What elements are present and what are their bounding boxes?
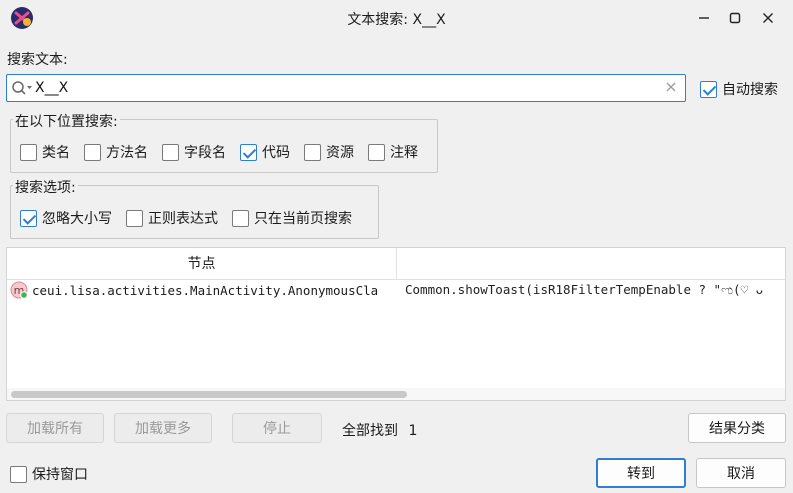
checkbox-icon[interactable] (20, 143, 37, 161)
location-label: 方法名 (106, 145, 148, 161)
keep-window-checkbox[interactable]: 保持窗口 (10, 464, 88, 484)
minimize-icon (699, 17, 709, 19)
search-locations-list: 类名 方法名 字段名 代码 资源 注释 (20, 142, 418, 162)
result-node-text: ceui.lisa.activities.MainActivity.Anonym… (32, 282, 379, 298)
load-all-button[interactable]: 加载所有 (6, 413, 104, 443)
result-code-cell[interactable]: Common.showToast(isR18FilterTempEnable ?… (405, 280, 785, 300)
found-count: 1 (408, 423, 418, 439)
maximize-icon (729, 12, 741, 24)
checkbox-icon[interactable] (232, 209, 249, 227)
cancel-button[interactable]: 取消 (696, 458, 786, 488)
location-label: 资源 (326, 145, 354, 161)
load-more-button[interactable]: 加载更多 (114, 413, 212, 443)
checkbox-icon[interactable] (304, 143, 321, 161)
checkbox-icon[interactable] (240, 143, 257, 161)
window-title: 文本搜索: X__X (347, 12, 446, 28)
found-label: 全部找到 (342, 423, 398, 439)
location-label: 字段名 (184, 145, 226, 161)
option-ignore-case[interactable]: 忽略大小写 (20, 208, 112, 228)
option-label: 只在当前页搜索 (254, 211, 352, 227)
method-icon: m (10, 281, 28, 299)
location-code[interactable]: 代码 (240, 142, 290, 162)
table-header: 节点 (7, 248, 785, 280)
checkbox-icon[interactable] (162, 143, 179, 161)
option-label: 正则表达式 (148, 211, 218, 227)
minimize-button[interactable] (691, 5, 717, 31)
result-node-cell[interactable]: m ceui.lisa.activities.MainActivity.Anon… (10, 280, 395, 300)
checkbox-icon[interactable] (368, 143, 385, 161)
close-icon (763, 13, 773, 23)
checkbox-icon[interactable] (126, 209, 143, 227)
checkbox-icon[interactable] (700, 80, 717, 98)
column-header-node[interactable]: 节点 (7, 248, 396, 280)
search-text-label: 搜索文本: (7, 52, 68, 68)
location-resources[interactable]: 资源 (304, 142, 354, 162)
results-table: 节点 m ceui.lisa.activities.MainActivity.A… (6, 247, 786, 401)
search-input[interactable] (35, 78, 665, 98)
goto-button[interactable]: 转到 (596, 458, 686, 488)
search-options-list: 忽略大小写 正则表达式 只在当前页搜索 (20, 208, 352, 228)
location-method-name[interactable]: 方法名 (84, 142, 148, 162)
table-row[interactable]: m ceui.lisa.activities.MainActivity.Anon… (7, 280, 785, 300)
location-label: 注释 (390, 145, 418, 161)
location-label: 代码 (262, 145, 290, 161)
location-label: 类名 (42, 145, 70, 161)
search-options-title: 搜索选项: (13, 177, 78, 197)
option-regex[interactable]: 正则表达式 (126, 208, 218, 228)
search-icon (12, 81, 32, 95)
location-class-name[interactable]: 类名 (20, 142, 70, 162)
checkbox-icon[interactable] (84, 143, 101, 161)
option-label: 忽略大小写 (42, 211, 112, 227)
keep-window-label: 保持窗口 (32, 467, 88, 483)
location-field-name[interactable]: 字段名 (162, 142, 226, 162)
search-locations-title: 在以下位置搜索: (13, 111, 120, 131)
option-current-page-only[interactable]: 只在当前页搜索 (232, 208, 352, 228)
clear-icon[interactable] (665, 81, 677, 93)
search-field[interactable] (6, 74, 686, 102)
stop-button[interactable]: 停止 (232, 413, 322, 443)
horizontal-scrollbar-thumb[interactable] (11, 391, 407, 398)
checkbox-icon[interactable] (20, 209, 37, 227)
close-button[interactable] (755, 5, 781, 31)
categorize-results-button[interactable]: 结果分类 (688, 413, 786, 443)
column-header-code[interactable] (397, 248, 785, 280)
auto-search-label: 自动搜索 (722, 82, 778, 98)
found-count-text: 全部找到 1 (342, 420, 417, 440)
checkbox-icon[interactable] (10, 465, 27, 483)
maximize-button[interactable] (722, 5, 748, 31)
auto-search-checkbox[interactable]: 自动搜索 (700, 79, 778, 99)
location-comments[interactable]: 注释 (368, 142, 418, 162)
